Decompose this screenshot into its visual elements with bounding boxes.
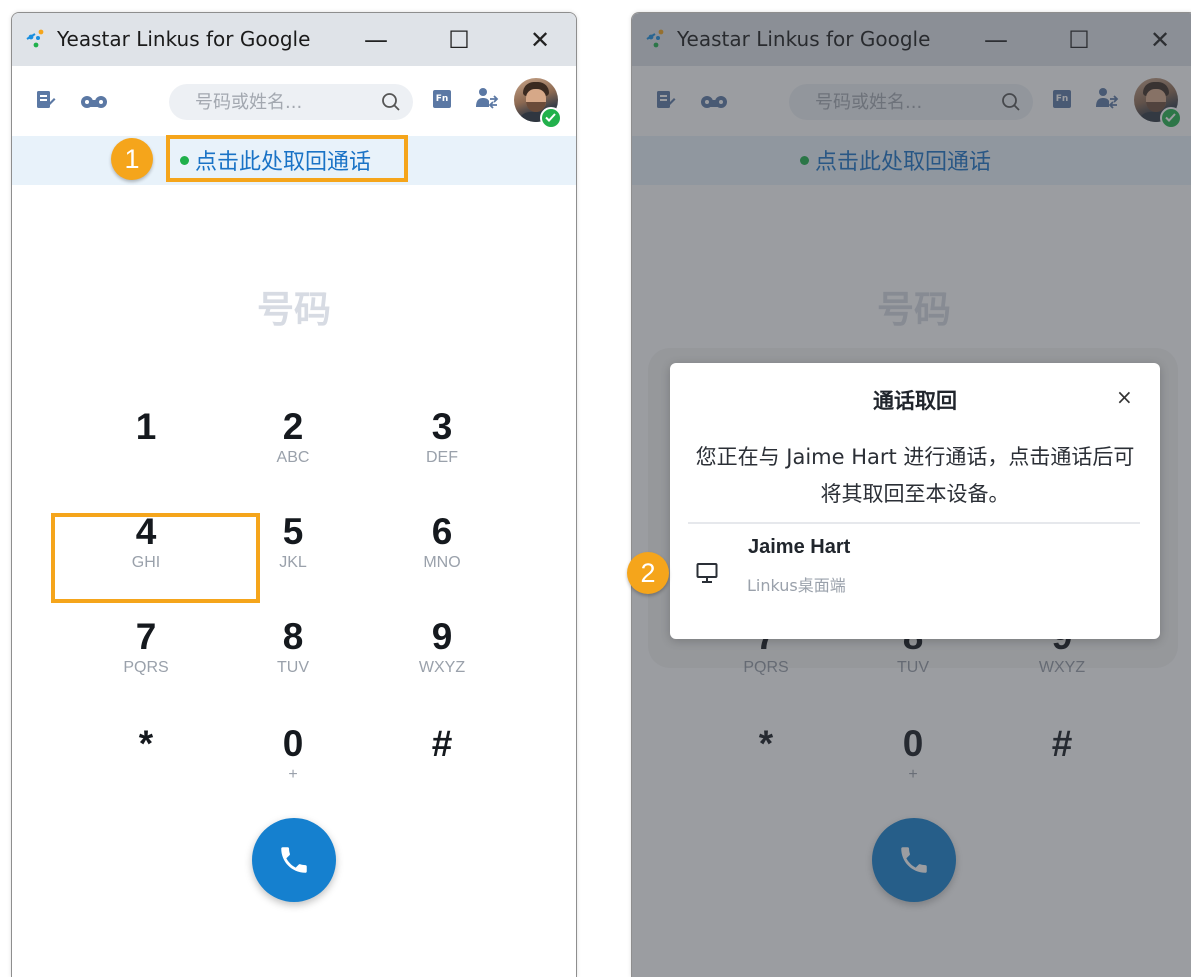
divider	[688, 522, 1140, 524]
window-title: Yeastar Linkus for Google	[57, 27, 311, 51]
call-button[interactable]	[252, 818, 336, 902]
dialog-description: 您正在与 Jaime Hart 进行通话，点击通话后可将其取回至本设备。	[695, 445, 1135, 506]
dialog-title: 通话取回	[873, 389, 957, 413]
highlight-box-1	[166, 135, 408, 182]
dial-key-0[interactable]: 0 +	[233, 725, 353, 785]
dial-key-hash[interactable]: #	[382, 725, 502, 765]
dial-key-7[interactable]: 7 PQRS	[86, 618, 206, 678]
dial-key-star[interactable]: *	[86, 725, 206, 765]
linkus-window-retrieve: Yeastar Linkus for Google — ☐ ✕ Fn 点击此处取…	[631, 12, 1191, 977]
dial-key-9[interactable]: 9 WXYZ	[382, 618, 502, 678]
phone-icon	[281, 847, 307, 873]
number-display: 号码	[257, 288, 331, 331]
callout-badge-2: 2	[627, 552, 669, 594]
fn-icon[interactable]: Fn	[433, 90, 451, 108]
device-contact-name[interactable]: Jaime Hart	[748, 536, 850, 559]
voicemail-icon[interactable]	[81, 94, 107, 113]
dial-key-3[interactable]: 3 DEF	[382, 408, 502, 468]
device-type-label: Linkus桌面端	[747, 576, 846, 595]
dial-key-8[interactable]: 8 TUV	[233, 618, 353, 678]
search-box[interactable]	[169, 84, 413, 120]
dialog-close-button[interactable]: ×	[1116, 385, 1133, 409]
top-toolbar: Fn	[12, 66, 576, 136]
dial-key-2[interactable]: 2 ABC	[233, 408, 353, 468]
maximize-button[interactable]: ☐	[442, 23, 476, 57]
yeastar-logo-icon	[24, 27, 48, 51]
transfer-icon[interactable]	[475, 87, 499, 113]
search-input[interactable]	[195, 84, 375, 120]
minimize-button[interactable]: —	[359, 23, 393, 57]
highlight-box-2	[51, 513, 260, 603]
title-bar: Yeastar Linkus for Google — ☐ ✕	[12, 13, 576, 66]
search-icon[interactable]	[381, 92, 401, 116]
close-window-button[interactable]: ✕	[523, 23, 557, 57]
linkus-window-main: Yeastar Linkus for Google — ☐ ✕ Fn 点击此处取…	[11, 12, 577, 977]
retrieve-call-dialog: 通话取回 × 您正在与 Jaime Hart 进行通话，点击通话后可将其取回至本…	[670, 363, 1160, 639]
online-status-icon	[540, 107, 562, 129]
callout-badge-1: 1	[111, 138, 153, 180]
dial-key-6[interactable]: 6 MNO	[382, 513, 502, 573]
dial-key-1[interactable]: 1	[86, 408, 206, 448]
notes-icon[interactable]	[36, 90, 56, 114]
desktop-icon	[696, 562, 718, 588]
